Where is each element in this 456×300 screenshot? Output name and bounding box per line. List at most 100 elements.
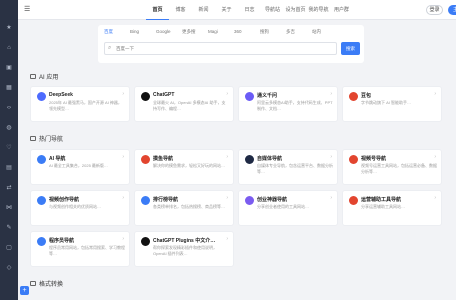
code-icon[interactable]: ‹› <box>0 104 18 112</box>
card-title: 自媒体导航 <box>257 156 283 162</box>
arrow-icon: › <box>330 154 332 160</box>
card-title: 视频创作导航 <box>49 197 80 203</box>
top-bar: ☰ 首页 博客 新闻 关于 日志 导航站 设为首页 我的导航 用户群 登录 主题 <box>18 0 456 20</box>
briefcase-icon[interactable]: ▣ <box>0 64 18 72</box>
nav-item-user-group[interactable]: 用户群 <box>330 0 353 20</box>
pen-icon[interactable]: ✎ <box>0 224 18 232</box>
card-desc: 帮你探索发现精彩插件和使用说明，OpenAI 插件列表… <box>153 245 217 256</box>
search-engine-tabs: 百度 Bing Google 更多搜 Magi 360 搜狗 多吉 站内 <box>104 28 338 35</box>
arrow-icon: › <box>330 195 332 201</box>
arrow-icon: › <box>434 195 436 201</box>
card-doubao[interactable]: 豆包 字节跳动旗下 AI 智能助手… › <box>342 86 442 122</box>
card-deepseek[interactable]: DeepSeek 2025年 AI 最强黑马，国产开源 AI 神器，领先模型… … <box>30 86 130 122</box>
tongyi-logo-icon <box>245 92 254 101</box>
card-title: 创业神器导航 <box>257 197 288 203</box>
card-desc: 与视频创作相关的优质网站… <box>49 204 101 209</box>
image-icon[interactable]: ▢ <box>0 244 18 252</box>
card-chatgpt-plugins[interactable]: ChatGPT Plugins 中文介… 帮你探索发现精彩插件和使用说明，Ope… <box>134 231 234 267</box>
engine-tab-duoji[interactable]: 多吉 <box>286 28 312 35</box>
card-title: 视频号导航 <box>361 156 387 162</box>
chatgpt-plugins-logo-icon <box>141 237 150 246</box>
arrow-icon: › <box>122 154 124 160</box>
shuffle-icon[interactable]: ⇄ <box>0 184 18 192</box>
menu-icon[interactable]: ☰ <box>24 5 30 13</box>
video-creation-logo-icon <box>37 196 46 205</box>
nav-item-blog[interactable]: 博客 <box>169 0 192 20</box>
search-button[interactable]: 搜索 <box>341 42 360 55</box>
nav-item-log[interactable]: 日志 <box>238 0 261 20</box>
card-we-media-nav[interactable]: 自媒体导航 自媒体专业导航，包含运营平台、数据分析等… › <box>238 149 338 185</box>
grid-icon[interactable]: ▦ <box>0 84 18 92</box>
arrow-icon: › <box>434 154 436 160</box>
card-video-creation-nav[interactable]: 视频创作导航 与视频创作相关的优质网站… › <box>30 190 130 226</box>
card-ops-tools-nav[interactable]: 运营辅助工具导航 分享运营辅助工具网站… › <box>342 190 442 226</box>
card-programmer-nav[interactable]: 程序员导航 程序员常用网站，包括常用搜索、学习教程等… › <box>30 231 130 267</box>
star-icon[interactable]: ★ <box>0 24 18 32</box>
card-startup-nav[interactable]: 创业神器导航 分享创业者使用的工具网站… › <box>238 190 338 226</box>
card-desc: AI 最全工具集合，2025 最新版… <box>49 163 108 168</box>
add-button[interactable]: + <box>20 286 29 295</box>
card-desc: 视频号运营工具网站，包括运营必备、数据分析等… <box>361 163 437 174</box>
search-panel: 百度 Bing Google 更多搜 Magi 360 搜狗 多吉 站内 ⌕ 搜… <box>98 25 364 63</box>
tag-icon[interactable]: ◇ <box>0 264 18 272</box>
film-icon[interactable]: ▤ <box>0 164 18 172</box>
nav-item-news[interactable]: 新闻 <box>192 0 215 20</box>
doubao-logo-icon <box>349 92 358 101</box>
channels-nav-logo-icon <box>349 155 358 164</box>
we-media-nav-logo-icon <box>245 155 254 164</box>
section-title-format-convert: 格式转换 <box>30 279 63 288</box>
arrow-icon: › <box>226 91 228 97</box>
arrow-icon: › <box>226 236 228 242</box>
globe-icon[interactable]: ◍ <box>0 124 18 132</box>
card-moyu-nav[interactable]: 摸鱼导航 解决你的摸鱼需求，轻松又好玩的网站… › <box>134 149 234 185</box>
search-icon: ⌕ <box>108 45 112 51</box>
sidebar: ★ ⌂ ▣ ▦ ‹› ◍ ♡ ▤ ⇄ ⋈ ✎ ▢ ◇ <box>0 0 18 300</box>
home-icon[interactable]: ⌂ <box>0 44 18 52</box>
section-title-text: 热门导航 <box>39 137 64 143</box>
card-title: ChatGPT <box>153 92 175 98</box>
card-desc: 全球最火 AI，OpenAI 多模态AI 助手，支持写作、编程… <box>153 100 226 111</box>
engine-tab-360[interactable]: 360 <box>234 28 260 35</box>
folder-icon <box>30 136 36 141</box>
folder-icon <box>30 281 36 286</box>
engine-tab-bing[interactable]: Bing <box>130 28 156 35</box>
arrow-icon: › <box>226 154 228 160</box>
moyu-nav-logo-icon <box>141 155 150 164</box>
heart-icon[interactable]: ♡ <box>0 144 18 152</box>
card-title: 通义千问 <box>257 93 278 99</box>
card-title: 程序员导航 <box>49 238 75 244</box>
card-desc: 分享创业者使用的工具网站… <box>257 204 309 209</box>
search-box: ⌕ <box>104 42 337 55</box>
engine-tab-baidu[interactable]: 百度 <box>104 28 130 35</box>
card-channels-nav[interactable]: 视频号导航 视频号运营工具网站，包括运营必备、数据分析等… › <box>342 149 442 185</box>
ai-nav-logo-icon <box>37 155 46 164</box>
search-input[interactable] <box>116 44 316 53</box>
card-title: 豆包 <box>361 93 372 99</box>
nav-item-set-home[interactable]: 设为首页 <box>284 0 307 20</box>
arrow-icon: › <box>330 91 332 97</box>
arrow-icon: › <box>434 91 436 97</box>
theme-button[interactable]: 主题 <box>448 5 456 15</box>
section-title-hot-nav: 热门导航 <box>30 134 63 143</box>
card-ai-nav[interactable]: AI 导航 AI 最全工具集合，2025 最新版… › <box>30 149 130 185</box>
engine-tab-google[interactable]: Google <box>156 28 182 35</box>
nav-item-navsite[interactable]: 导航站 <box>261 0 284 20</box>
card-title: DeepSeek <box>49 92 73 98</box>
engine-tab-site[interactable]: 站内 <box>312 28 338 35</box>
nav-item-about[interactable]: 关于 <box>215 0 238 20</box>
card-title: 运营辅助工具导航 <box>361 197 402 203</box>
arrow-icon: › <box>122 236 124 242</box>
engine-tab-sogou[interactable]: 搜狗 <box>260 28 286 35</box>
card-tongyi[interactable]: 通义千问 阿里云多模态AI助手，支持代码生成、PPT制作、文档… › <box>238 86 338 122</box>
chatgpt-logo-icon <box>141 92 150 101</box>
card-chatgpt[interactable]: ChatGPT 全球最火 AI，OpenAI 多模态AI 助手，支持写作、编程…… <box>134 86 234 122</box>
engine-tab-magi[interactable]: Magi <box>208 28 234 35</box>
card-title: 排行榜导航 <box>153 197 179 203</box>
nav-item-my-nav[interactable]: 我的导航 <box>307 0 330 20</box>
login-button[interactable]: 登录 <box>426 5 443 15</box>
nav-item-home[interactable]: 首页 <box>146 0 169 20</box>
engine-tab-more[interactable]: 更多搜 <box>182 28 208 35</box>
card-ranking-nav[interactable]: 排行榜导航 各类榜单排名，包括热搜榜、商品榜等… › <box>134 190 234 226</box>
share-icon[interactable]: ⋈ <box>0 204 18 212</box>
folder-icon <box>30 74 36 79</box>
